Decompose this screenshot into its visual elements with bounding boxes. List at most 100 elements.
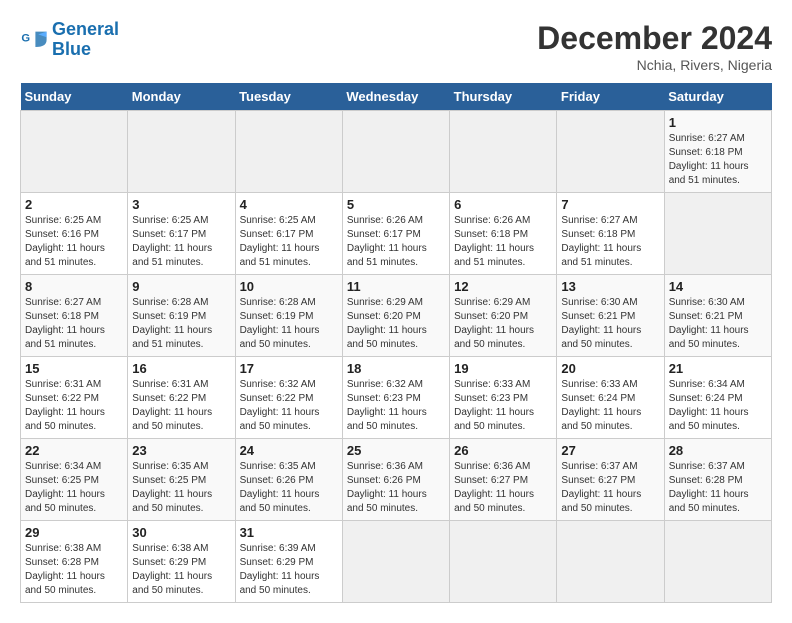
- day-header-saturday: Saturday: [664, 83, 771, 111]
- day-info: Sunrise: 6:29 AMSunset: 6:20 PMDaylight:…: [454, 297, 534, 350]
- day-header-friday: Friday: [557, 83, 664, 111]
- day-info: Sunrise: 6:26 AMSunset: 6:17 PMDaylight:…: [347, 215, 427, 268]
- day-number: 15: [25, 361, 123, 376]
- day-info: Sunrise: 6:29 AMSunset: 6:20 PMDaylight:…: [347, 297, 427, 350]
- calendar-cell: 22 Sunrise: 6:34 AMSunset: 6:25 PMDaylig…: [21, 439, 128, 521]
- calendar-cell: 12 Sunrise: 6:29 AMSunset: 6:20 PMDaylig…: [450, 275, 557, 357]
- day-header-wednesday: Wednesday: [342, 83, 449, 111]
- calendar-cell: 9 Sunrise: 6:28 AMSunset: 6:19 PMDayligh…: [128, 275, 235, 357]
- calendar-cell: 4 Sunrise: 6:25 AMSunset: 6:17 PMDayligh…: [235, 193, 342, 275]
- week-row-5: 22 Sunrise: 6:34 AMSunset: 6:25 PMDaylig…: [21, 439, 772, 521]
- calendar-cell: 5 Sunrise: 6:26 AMSunset: 6:17 PMDayligh…: [342, 193, 449, 275]
- day-info: Sunrise: 6:30 AMSunset: 6:21 PMDaylight:…: [561, 297, 641, 350]
- calendar-cell: 15 Sunrise: 6:31 AMSunset: 6:22 PMDaylig…: [21, 357, 128, 439]
- svg-text:G: G: [21, 32, 30, 44]
- day-number: 14: [669, 279, 767, 294]
- calendar-cell: 6 Sunrise: 6:26 AMSunset: 6:18 PMDayligh…: [450, 193, 557, 275]
- calendar-cell: 21 Sunrise: 6:34 AMSunset: 6:24 PMDaylig…: [664, 357, 771, 439]
- day-number: 20: [561, 361, 659, 376]
- day-number: 16: [132, 361, 230, 376]
- day-info: Sunrise: 6:27 AMSunset: 6:18 PMDaylight:…: [25, 297, 105, 350]
- day-number: 27: [561, 443, 659, 458]
- day-number: 3: [132, 197, 230, 212]
- day-info: Sunrise: 6:36 AMSunset: 6:27 PMDaylight:…: [454, 461, 534, 514]
- calendar-cell: 1 Sunrise: 6:27 AMSunset: 6:18 PMDayligh…: [664, 111, 771, 193]
- calendar-cell: 19 Sunrise: 6:33 AMSunset: 6:23 PMDaylig…: [450, 357, 557, 439]
- day-number: 17: [240, 361, 338, 376]
- day-info: Sunrise: 6:32 AMSunset: 6:23 PMDaylight:…: [347, 379, 427, 432]
- day-info: Sunrise: 6:34 AMSunset: 6:24 PMDaylight:…: [669, 379, 749, 432]
- week-row-1: 1 Sunrise: 6:27 AMSunset: 6:18 PMDayligh…: [21, 111, 772, 193]
- day-info: Sunrise: 6:27 AMSunset: 6:18 PMDaylight:…: [561, 215, 641, 268]
- day-number: 28: [669, 443, 767, 458]
- day-number: 23: [132, 443, 230, 458]
- day-header-sunday: Sunday: [21, 83, 128, 111]
- main-title: December 2024: [537, 20, 772, 57]
- calendar-cell: [557, 111, 664, 193]
- calendar-cell: [128, 111, 235, 193]
- calendar-table: SundayMondayTuesdayWednesdayThursdayFrid…: [20, 83, 772, 603]
- day-info: Sunrise: 6:32 AMSunset: 6:22 PMDaylight:…: [240, 379, 320, 432]
- calendar-cell: [235, 111, 342, 193]
- day-header-monday: Monday: [128, 83, 235, 111]
- day-info: Sunrise: 6:25 AMSunset: 6:16 PMDaylight:…: [25, 215, 105, 268]
- week-row-6: 29 Sunrise: 6:38 AMSunset: 6:28 PMDaylig…: [21, 521, 772, 603]
- day-info: Sunrise: 6:39 AMSunset: 6:29 PMDaylight:…: [240, 543, 320, 596]
- day-header-tuesday: Tuesday: [235, 83, 342, 111]
- calendar-cell: 11 Sunrise: 6:29 AMSunset: 6:20 PMDaylig…: [342, 275, 449, 357]
- day-info: Sunrise: 6:35 AMSunset: 6:25 PMDaylight:…: [132, 461, 212, 514]
- day-info: Sunrise: 6:31 AMSunset: 6:22 PMDaylight:…: [132, 379, 212, 432]
- day-number: 1: [669, 115, 767, 130]
- logo-text: General Blue: [52, 20, 119, 60]
- day-number: 12: [454, 279, 552, 294]
- calendar-cell: 23 Sunrise: 6:35 AMSunset: 6:25 PMDaylig…: [128, 439, 235, 521]
- day-info: Sunrise: 6:28 AMSunset: 6:19 PMDaylight:…: [240, 297, 320, 350]
- day-number: 31: [240, 525, 338, 540]
- week-row-3: 8 Sunrise: 6:27 AMSunset: 6:18 PMDayligh…: [21, 275, 772, 357]
- day-number: 2: [25, 197, 123, 212]
- day-info: Sunrise: 6:38 AMSunset: 6:28 PMDaylight:…: [25, 543, 105, 596]
- day-number: 18: [347, 361, 445, 376]
- calendar-cell: 2 Sunrise: 6:25 AMSunset: 6:16 PMDayligh…: [21, 193, 128, 275]
- day-info: Sunrise: 6:27 AMSunset: 6:18 PMDaylight:…: [669, 133, 749, 186]
- day-info: Sunrise: 6:37 AMSunset: 6:28 PMDaylight:…: [669, 461, 749, 514]
- calendar-cell: 3 Sunrise: 6:25 AMSunset: 6:17 PMDayligh…: [128, 193, 235, 275]
- day-number: 21: [669, 361, 767, 376]
- calendar-cell: [342, 111, 449, 193]
- calendar-cell: 17 Sunrise: 6:32 AMSunset: 6:22 PMDaylig…: [235, 357, 342, 439]
- calendar-cell: 8 Sunrise: 6:27 AMSunset: 6:18 PMDayligh…: [21, 275, 128, 357]
- day-info: Sunrise: 6:28 AMSunset: 6:19 PMDaylight:…: [132, 297, 212, 350]
- day-info: Sunrise: 6:35 AMSunset: 6:26 PMDaylight:…: [240, 461, 320, 514]
- calendar-cell: [664, 193, 771, 275]
- calendar-cell: 29 Sunrise: 6:38 AMSunset: 6:28 PMDaylig…: [21, 521, 128, 603]
- day-number: 11: [347, 279, 445, 294]
- day-info: Sunrise: 6:36 AMSunset: 6:26 PMDaylight:…: [347, 461, 427, 514]
- day-info: Sunrise: 6:37 AMSunset: 6:27 PMDaylight:…: [561, 461, 641, 514]
- calendar-cell: 25 Sunrise: 6:36 AMSunset: 6:26 PMDaylig…: [342, 439, 449, 521]
- day-number: 30: [132, 525, 230, 540]
- calendar-cell: [664, 521, 771, 603]
- calendar-cell: 27 Sunrise: 6:37 AMSunset: 6:27 PMDaylig…: [557, 439, 664, 521]
- day-headers-row: SundayMondayTuesdayWednesdayThursdayFrid…: [21, 83, 772, 111]
- day-number: 29: [25, 525, 123, 540]
- week-row-2: 2 Sunrise: 6:25 AMSunset: 6:16 PMDayligh…: [21, 193, 772, 275]
- calendar-cell: [557, 521, 664, 603]
- day-header-thursday: Thursday: [450, 83, 557, 111]
- day-number: 5: [347, 197, 445, 212]
- calendar-cell: 26 Sunrise: 6:36 AMSunset: 6:27 PMDaylig…: [450, 439, 557, 521]
- day-number: 26: [454, 443, 552, 458]
- calendar-cell: 20 Sunrise: 6:33 AMSunset: 6:24 PMDaylig…: [557, 357, 664, 439]
- day-info: Sunrise: 6:38 AMSunset: 6:29 PMDaylight:…: [132, 543, 212, 596]
- title-area: December 2024 Nchia, Rivers, Nigeria: [537, 20, 772, 73]
- day-number: 19: [454, 361, 552, 376]
- day-info: Sunrise: 6:26 AMSunset: 6:18 PMDaylight:…: [454, 215, 534, 268]
- header: G General Blue December 2024 Nchia, Rive…: [20, 20, 772, 73]
- day-info: Sunrise: 6:31 AMSunset: 6:22 PMDaylight:…: [25, 379, 105, 432]
- day-info: Sunrise: 6:25 AMSunset: 6:17 PMDaylight:…: [132, 215, 212, 268]
- day-number: 7: [561, 197, 659, 212]
- calendar-cell: 18 Sunrise: 6:32 AMSunset: 6:23 PMDaylig…: [342, 357, 449, 439]
- day-number: 8: [25, 279, 123, 294]
- calendar-cell: 24 Sunrise: 6:35 AMSunset: 6:26 PMDaylig…: [235, 439, 342, 521]
- calendar-cell: 16 Sunrise: 6:31 AMSunset: 6:22 PMDaylig…: [128, 357, 235, 439]
- day-number: 13: [561, 279, 659, 294]
